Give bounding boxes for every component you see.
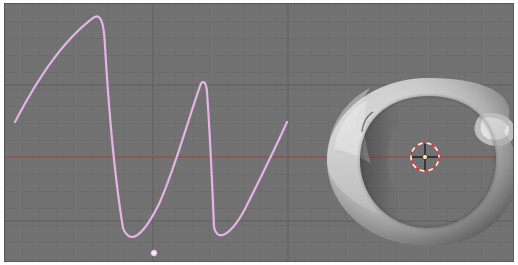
viewport-canvas[interactable] — [5, 4, 514, 262]
3d-viewport[interactable] — [4, 3, 514, 262]
grid — [5, 4, 513, 261]
3d-cursor-icon[interactable] — [410, 142, 440, 172]
object-origin-dot[interactable] — [150, 249, 158, 257]
